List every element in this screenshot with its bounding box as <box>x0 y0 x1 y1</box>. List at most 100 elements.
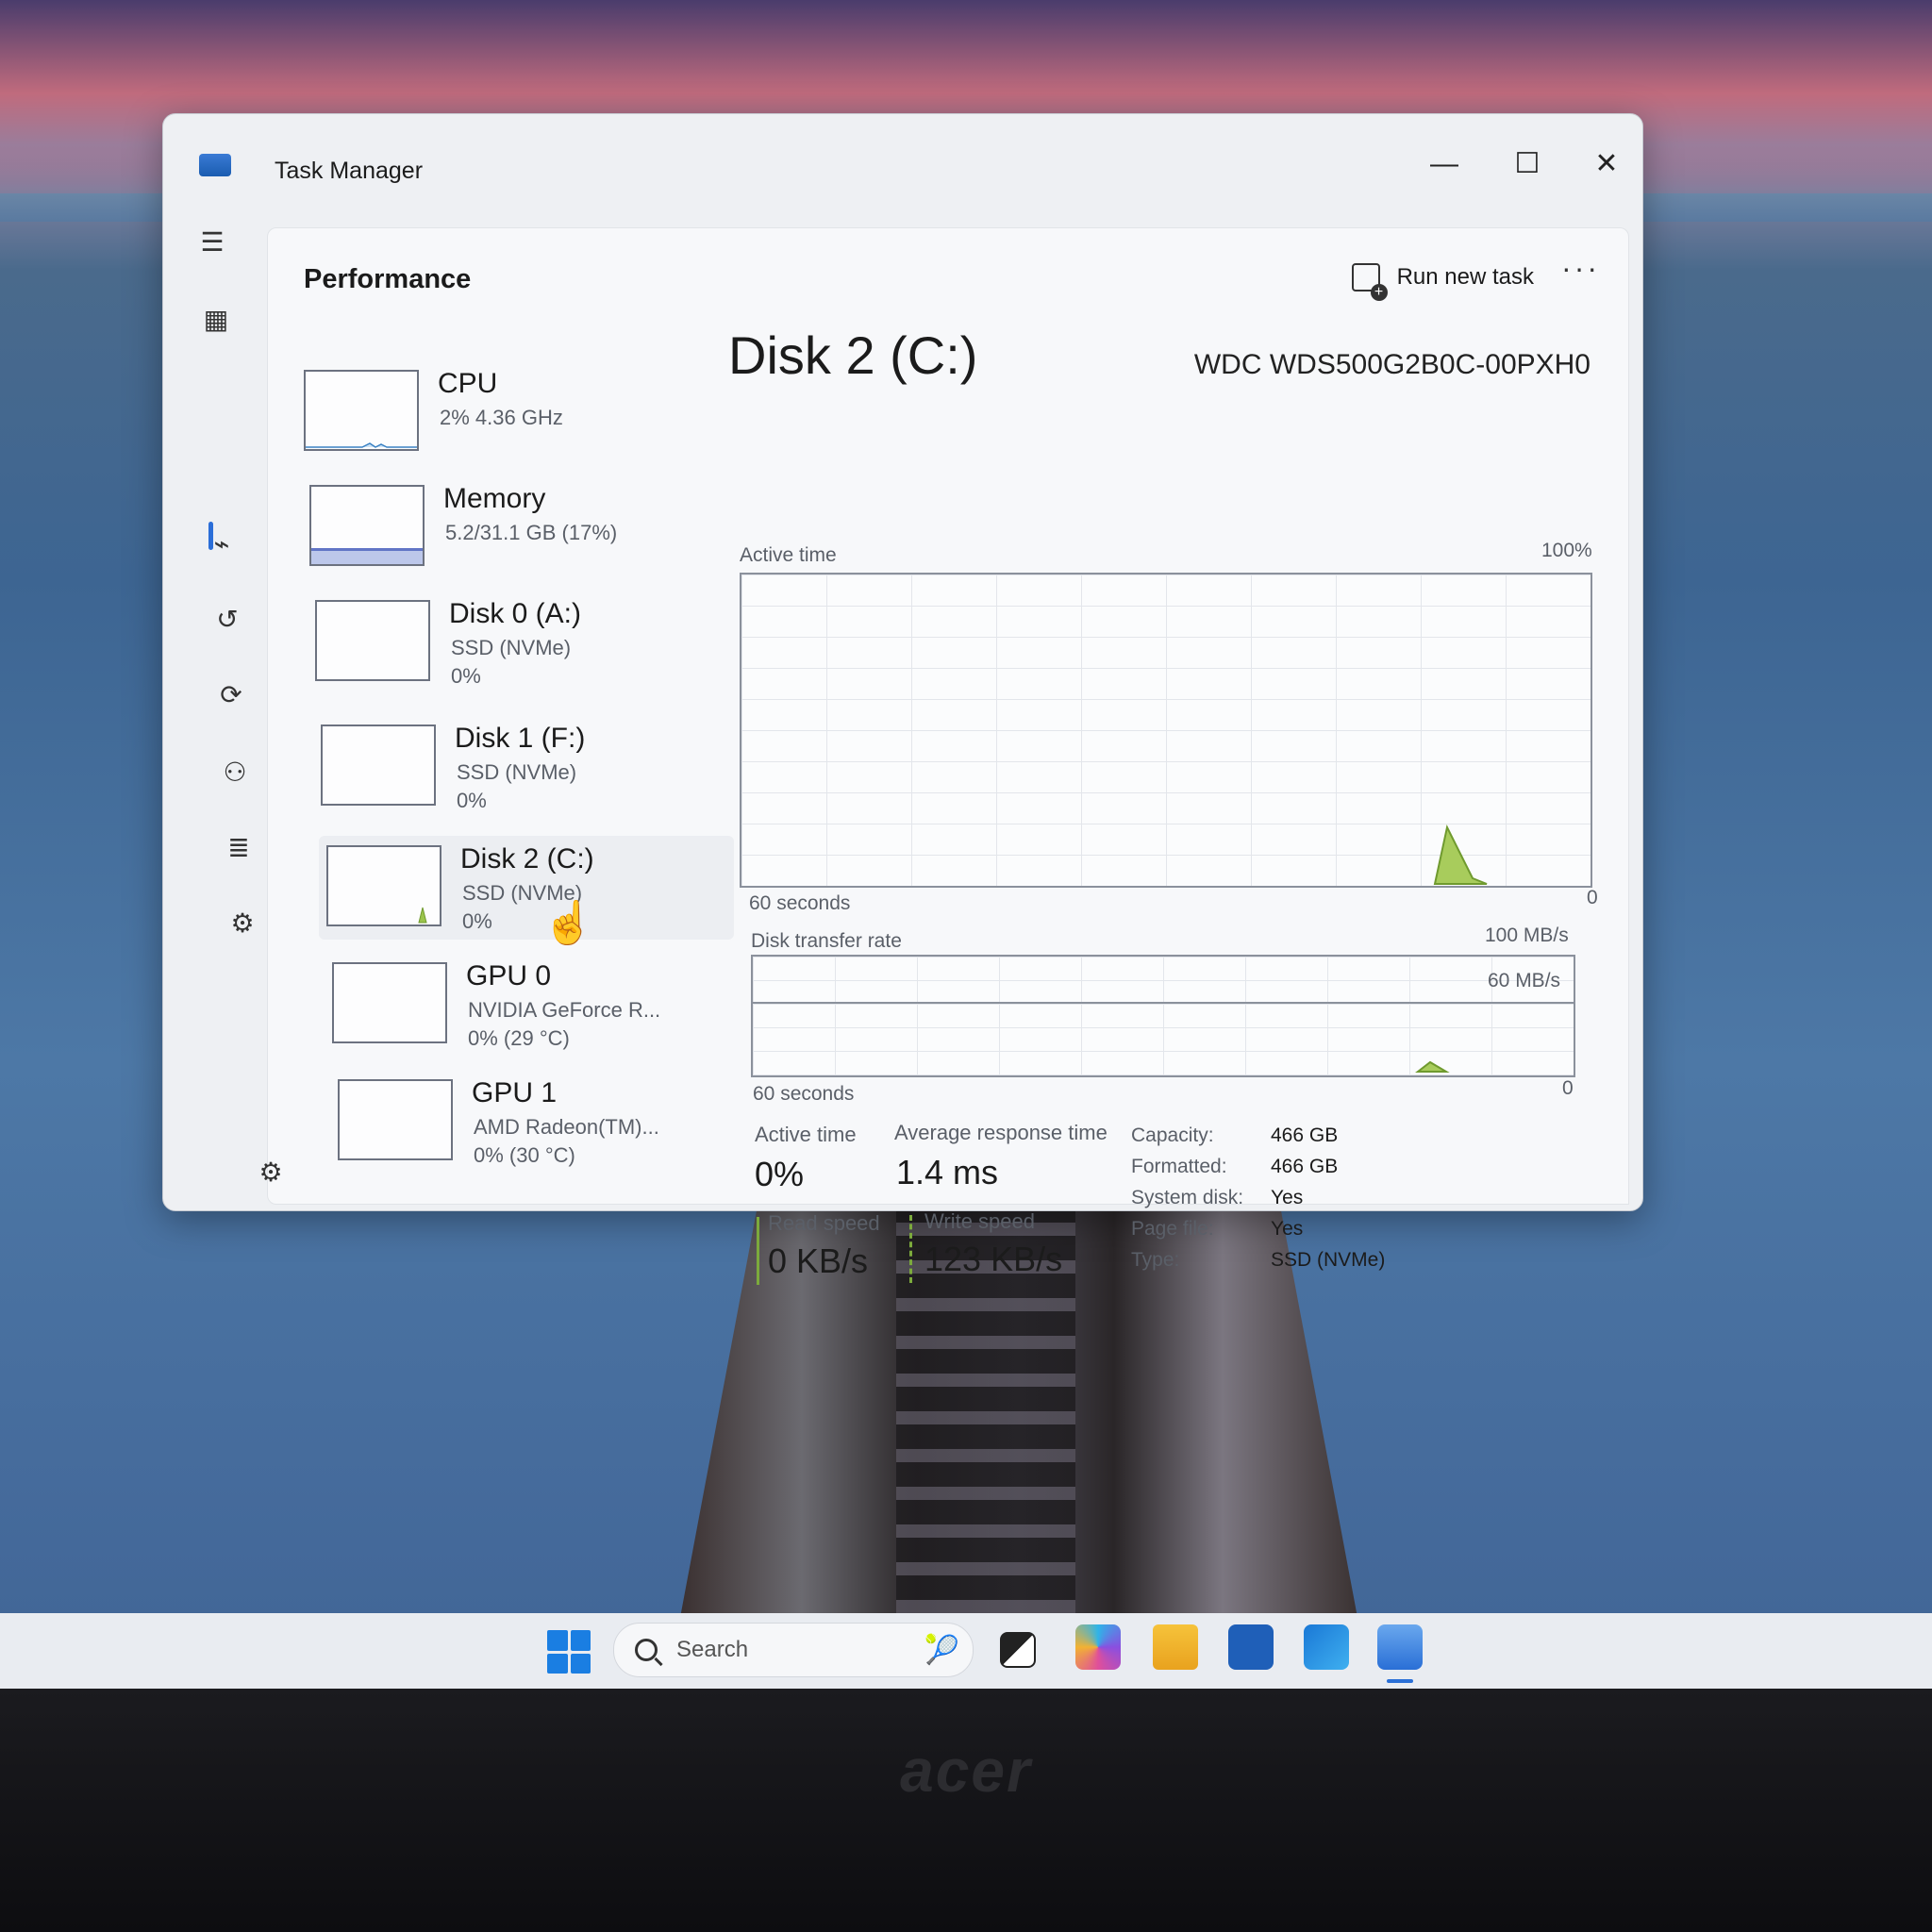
monitor-bezel <box>0 1689 1932 1932</box>
property-row: Formatted: 466 GB <box>1131 1156 1508 1186</box>
start-logo-tile <box>547 1653 568 1674</box>
startup-apps-icon[interactable]: ⟳ <box>208 673 254 718</box>
property-key: Page file: <box>1131 1218 1214 1240</box>
start-button[interactable] <box>547 1630 591 1674</box>
task-manager-taskbar-icon[interactable] <box>1377 1624 1423 1670</box>
disk-title: Disk 2 (C:) <box>728 325 978 385</box>
transfer-rate-max-label: 100 MB/s <box>1485 924 1569 946</box>
monitor-brand-logo: acer <box>900 1737 1032 1805</box>
resource-item-gpu1[interactable]: GPU 1 AMD Radeon(TM)... 0% (30 °C) <box>330 1070 745 1174</box>
window-title: Task Manager <box>275 158 424 184</box>
app-history-icon[interactable]: ↺ <box>205 597 250 642</box>
resource-name: GPU 0 <box>466 960 552 991</box>
maximize-button[interactable]: ☐ <box>1499 141 1556 188</box>
active-time-stat-value: 0% <box>755 1155 805 1193</box>
resource-percent: 0% <box>451 664 481 688</box>
property-row: Type: SSD (NVMe) <box>1131 1249 1508 1279</box>
resource-name: GPU 1 <box>472 1077 558 1108</box>
search-icon <box>635 1639 658 1661</box>
property-value: Yes <box>1271 1187 1304 1208</box>
taskbar-search-box[interactable]: Search 🎾 <box>613 1623 974 1677</box>
read-speed-legend-line <box>757 1217 759 1285</box>
resource-usage: 2% 4.36 GHz <box>440 406 563 429</box>
memory-mini-graph <box>309 485 425 566</box>
microsoft-365-icon[interactable] <box>1075 1624 1121 1670</box>
users-icon[interactable]: ⚇ <box>212 750 258 795</box>
disk-model: WDC WDS500G2B0C-00PXH0 <box>1193 349 1591 380</box>
resource-usage: SSD (NVMe) 0% <box>457 758 576 815</box>
hand-cursor-icon: ☝ <box>542 900 594 946</box>
performance-pane: Performance Run new task ··· CPU 2% 4.36… <box>267 227 1629 1285</box>
run-new-task-icon <box>1351 263 1388 301</box>
start-logo-tile <box>547 1630 568 1651</box>
task-manager-app-icon <box>199 154 231 176</box>
resource-type: AMD Radeon(TM)... <box>474 1115 659 1139</box>
avg-response-stat-value: 1.4 ms <box>896 1153 999 1191</box>
transfer-rate-graph <box>751 955 1575 1077</box>
active-time-graph <box>740 573 1592 888</box>
resource-type: SSD (NVMe) <box>457 760 577 784</box>
active-time-graph-label: Active time <box>740 544 837 566</box>
resource-item-gpu0[interactable]: GPU 0 NVIDIA GeForce R... 0% (29 °C) <box>325 953 740 1057</box>
resource-name: Disk 2 (C:) <box>460 843 594 874</box>
disk2-mini-graph <box>326 845 441 926</box>
resource-name: Memory <box>443 483 546 514</box>
avg-response-stat-label: Average response time <box>894 1121 1108 1144</box>
settings-icon[interactable]: ⚙ <box>248 1150 293 1195</box>
run-new-task-button[interactable]: Run new task <box>1351 257 1534 301</box>
property-key: Type: <box>1131 1249 1180 1271</box>
resource-type: NVIDIA GeForce R... <box>468 998 661 1022</box>
resource-usage: 5.2/31.1 GB (17%) <box>445 521 618 544</box>
memory-usage-fill <box>311 548 423 564</box>
resource-item-disk1[interactable]: Disk 1 (F:) SSD (NVMe) 0% <box>313 715 728 819</box>
resource-usage: NVIDIA GeForce R... 0% (29 °C) <box>468 996 660 1053</box>
property-value: 466 GB <box>1271 1156 1339 1177</box>
resource-type: SSD (NVMe) <box>451 636 572 659</box>
write-speed-value: 123 KB/s <box>924 1240 1063 1278</box>
close-button[interactable]: ✕ <box>1578 141 1635 188</box>
gpu1-mini-graph <box>338 1079 453 1160</box>
run-new-task-label: Run new task <box>1396 264 1534 290</box>
transfer-rate-min-label: 0 <box>1562 1077 1574 1099</box>
microsoft-store-icon[interactable] <box>1228 1624 1274 1670</box>
property-row: Page file: Yes <box>1131 1218 1508 1248</box>
transfer-rate-limit-label: 60 MB/s <box>1488 970 1561 991</box>
active-time-stat-label: Active time <box>755 1123 857 1146</box>
resource-item-disk0[interactable]: Disk 0 (A:) SSD (NVMe) 0% <box>308 591 723 694</box>
write-speed-legend-line <box>909 1215 912 1283</box>
resource-percent: 0% (29 °C) <box>468 1026 570 1050</box>
task-manager-window: Task Manager — ☐ ✕ ☰ ▦ ⌁ ↺ ⟳ ⚇ ≣ ⚙ Perfo… <box>162 113 1643 1285</box>
title-bar[interactable]: Task Manager — ☐ ✕ <box>163 114 1642 208</box>
file-explorer-icon[interactable] <box>1153 1624 1198 1670</box>
property-key: Formatted: <box>1131 1156 1227 1177</box>
hamburger-menu-icon[interactable]: ☰ <box>190 220 235 265</box>
minimize-button[interactable]: — <box>1416 141 1473 188</box>
resource-usage: SSD (NVMe) 0% <box>451 634 571 691</box>
performance-icon[interactable]: ⌁ <box>199 522 244 567</box>
active-time-window-label: 60 seconds <box>749 892 851 914</box>
property-value: 466 GB <box>1271 1124 1339 1146</box>
resource-item-disk2[interactable]: Disk 2 (C:) SSD (NVMe) 0% <box>319 836 734 940</box>
property-row: System disk: Yes <box>1131 1187 1508 1217</box>
resource-item-cpu[interactable]: CPU 2% 4.36 GHz <box>296 360 711 464</box>
more-options-button[interactable]: ··· <box>1561 251 1600 286</box>
taskbar-active-indicator <box>1387 1679 1413 1683</box>
resource-percent: 0% <box>457 789 487 812</box>
processes-icon[interactable]: ▦ <box>193 297 239 342</box>
resource-usage: AMD Radeon(TM)... 0% (30 °C) <box>474 1113 659 1170</box>
property-value: Yes <box>1271 1218 1304 1240</box>
read-speed-value: 0 KB/s <box>768 1241 869 1280</box>
property-key: System disk: <box>1131 1187 1244 1208</box>
task-view-icon[interactable] <box>1000 1632 1036 1668</box>
transfer-rate-graph-label: Disk transfer rate <box>751 930 902 952</box>
resource-percent: 0% (30 °C) <box>474 1143 575 1167</box>
page-title: Performance <box>304 264 472 294</box>
resource-item-memory[interactable]: Memory 5.2/31.1 GB (17%) <box>302 475 717 579</box>
start-logo-tile <box>570 1653 591 1674</box>
outlook-icon[interactable] <box>1304 1624 1349 1670</box>
services-icon[interactable]: ⚙ <box>220 901 265 946</box>
details-icon[interactable]: ≣ <box>216 825 261 871</box>
transfer-rate-window-label: 60 seconds <box>753 1083 855 1105</box>
read-speed-label: Read speed <box>768 1211 880 1235</box>
active-time-max-label: 100% <box>1541 540 1592 561</box>
